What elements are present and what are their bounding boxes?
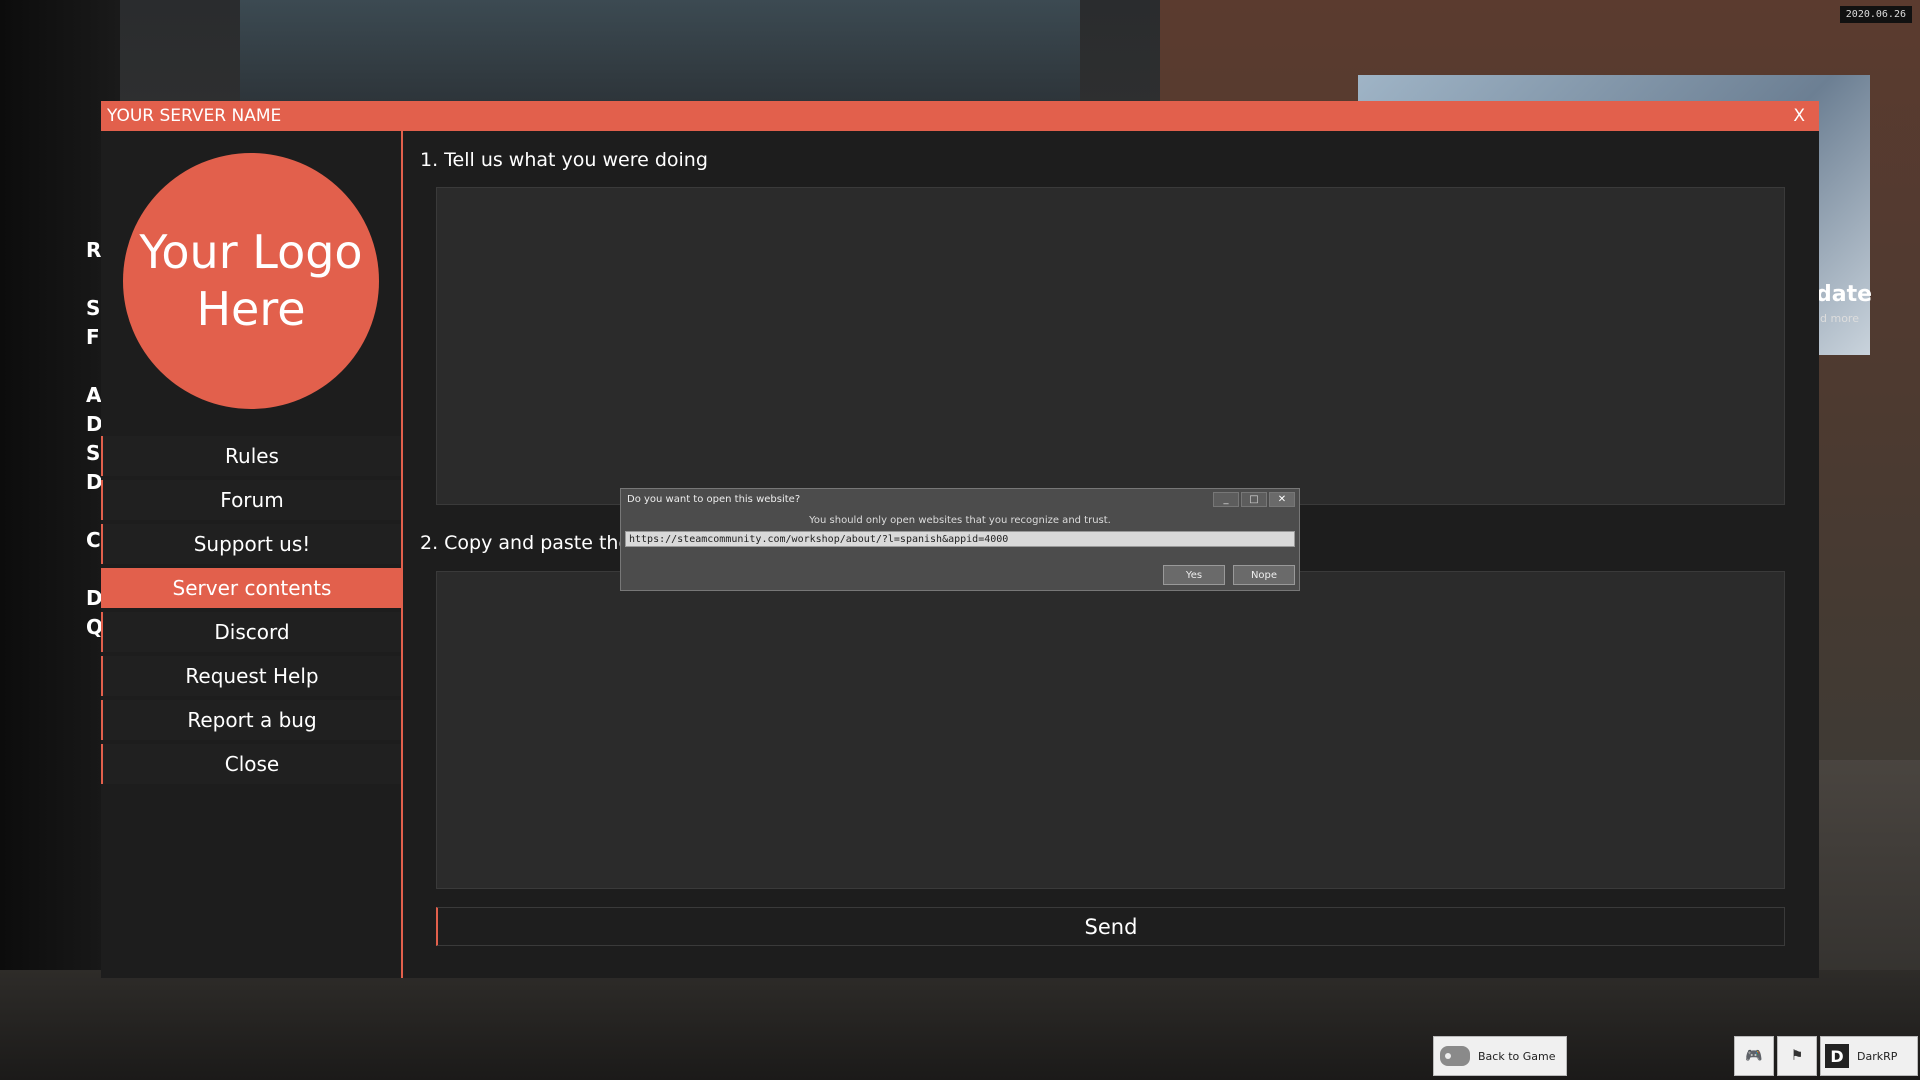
dialog-url-field[interactable]: https://steamcommunity.com/workshop/abou… [625, 531, 1295, 547]
language-button[interactable]: ⚑ [1777, 1036, 1817, 1076]
sidebar-item-request-help[interactable]: Request Help [101, 656, 401, 696]
game-bottom-bar: Back to Game 🎮 ⚑ D DarkRP [0, 1034, 1920, 1080]
sidebar-item-forum[interactable]: Forum [101, 480, 401, 520]
maximize-icon[interactable]: □ [1241, 492, 1267, 507]
gamepad-icon: 🎮 [1745, 1048, 1763, 1064]
flag-icon: ⚑ [1790, 1048, 1804, 1064]
sidebar-menu: Rules Forum Support us! Server contents Disc… [101, 436, 401, 788]
banner-text: date [1816, 282, 1873, 307]
dialog-warning-message: You should only open websites that you r… [809, 515, 1111, 526]
error-paste-textarea[interactable] [436, 571, 1785, 889]
close-window-button[interactable]: X [1789, 106, 1809, 126]
gamemode-button[interactable]: D DarkRP [1820, 1036, 1918, 1076]
send-button[interactable]: Send [436, 907, 1785, 946]
sidebar-item-close[interactable]: Close [101, 744, 401, 784]
yes-button[interactable]: Yes [1163, 565, 1225, 585]
background-sky [240, 0, 1080, 110]
gamemode-label: DarkRP [1857, 1049, 1898, 1063]
sidebar-item-discord[interactable]: Discord [101, 612, 401, 652]
sidebar-item-server-contents[interactable]: Server contents [101, 568, 401, 608]
question-2-label: 2. Copy and paste the e [420, 532, 648, 554]
gamemode-icon: D [1825, 1044, 1849, 1068]
server-logo: Your Logo Here [123, 153, 379, 409]
sidebar-item-report-a-bug[interactable]: Report a bug [101, 700, 401, 740]
nope-button[interactable]: Nope [1233, 565, 1295, 585]
dialog-titlebar: Do you want to open this website? _ □ ✕ [621, 489, 1299, 510]
what-you-were-doing-textarea[interactable] [436, 187, 1785, 505]
sidebar-item-support-us[interactable]: Support us! [101, 524, 401, 564]
window-title: YOUR SERVER NAME [107, 106, 282, 126]
window-titlebar: YOUR SERVER NAME X [101, 101, 1819, 131]
gamepad-icon [1440, 1046, 1470, 1066]
question-1-label: 1. Tell us what you were doing [420, 149, 708, 171]
banner-subtext: d more [1820, 312, 1859, 325]
dialog-title: Do you want to open this website? [627, 494, 801, 505]
back-to-game-label: Back to Game [1478, 1049, 1556, 1063]
close-icon[interactable]: ✕ [1269, 492, 1295, 507]
sidebar-item-rules[interactable]: Rules [101, 436, 401, 476]
minimize-icon[interactable]: _ [1213, 492, 1239, 507]
date-badge: 2020.06.26 [1839, 6, 1912, 23]
back-to-game-button[interactable]: Back to Game [1433, 1036, 1567, 1076]
sidebar: Your Logo Here Rules Forum Support us! Serv… [101, 131, 403, 978]
controller-settings-button[interactable]: 🎮 [1734, 1036, 1774, 1076]
open-website-dialog: Do you want to open this website? _ □ ✕ … [620, 488, 1300, 591]
